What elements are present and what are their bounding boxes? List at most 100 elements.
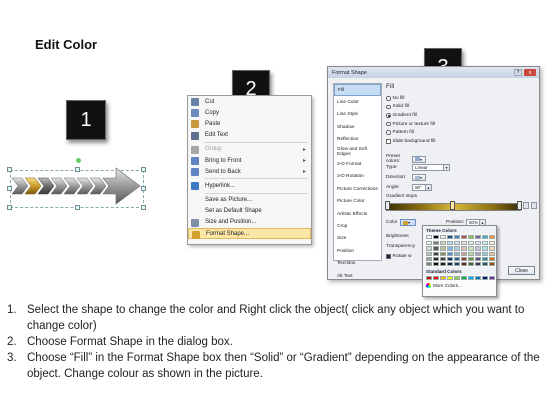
gradient-stop-selected[interactable] — [450, 201, 455, 210]
color-swatch[interactable] — [454, 261, 460, 267]
fill-option-no-fill[interactable]: No fill — [386, 94, 536, 103]
radio-button[interactable] — [386, 130, 391, 135]
color-swatch[interactable] — [475, 256, 481, 261]
color-swatch[interactable] — [454, 276, 460, 281]
nav-item-fill[interactable]: Fill — [334, 84, 381, 97]
color-swatch[interactable] — [426, 251, 432, 256]
close-icon[interactable]: x — [524, 69, 536, 76]
angle-input[interactable]: 90° — [412, 184, 426, 191]
nav-item-glow-and-soft-edges[interactable]: Glow and Soft Edges — [334, 146, 381, 158]
color-swatch[interactable] — [461, 235, 467, 240]
color-swatch[interactable] — [426, 276, 432, 281]
color-swatch[interactable] — [454, 235, 460, 240]
nav-item-line-color[interactable]: Line Color — [334, 96, 381, 108]
radio-button[interactable] — [386, 113, 391, 118]
menu-item-format-shape[interactable]: Format Shape... — [188, 228, 311, 240]
color-swatch[interactable] — [454, 241, 460, 246]
nav-item-reflection[interactable]: Reflection — [334, 134, 381, 146]
menu-item-paste[interactable]: Paste — [188, 118, 311, 129]
radio-button[interactable] — [386, 104, 391, 110]
color-swatch[interactable] — [489, 276, 495, 281]
color-swatch[interactable] — [433, 241, 439, 246]
nav-item-crop[interactable]: Crop — [334, 220, 381, 232]
fill-option-picture-or-texture-fill[interactable]: Picture or texture fill — [386, 120, 536, 129]
color-swatch[interactable] — [447, 261, 453, 267]
more-colors-item[interactable]: More Colors... — [423, 281, 496, 290]
nav-item-text-box[interactable]: Text Box — [334, 257, 381, 269]
menu-item-size-and-position[interactable]: Size and Position... — [188, 217, 311, 228]
color-swatch[interactable] — [468, 276, 474, 281]
menu-item-bring-to-front[interactable]: Bring to Front ▸ — [188, 155, 311, 166]
nav-item-line-style[interactable]: Line Style — [334, 109, 381, 121]
close-button[interactable]: Close — [508, 266, 535, 275]
color-swatch[interactable] — [440, 261, 446, 267]
color-swatch[interactable] — [489, 241, 495, 246]
menu-item-save-as-picture[interactable]: Save as Picture... — [188, 195, 311, 206]
color-swatch[interactable] — [468, 261, 474, 267]
gradient-stop[interactable] — [517, 201, 522, 210]
color-swatch[interactable] — [447, 251, 453, 256]
color-swatch[interactable] — [461, 276, 467, 281]
nav-item-position[interactable]: Position — [334, 245, 381, 257]
nav-item-alt-text[interactable]: Alt Text — [334, 270, 381, 282]
nav-item-shadow[interactable]: Shadow — [334, 121, 381, 133]
type-select[interactable]: Linear — [412, 164, 444, 171]
color-swatch[interactable] — [426, 235, 432, 240]
color-swatch[interactable] — [426, 246, 432, 251]
color-swatch[interactable] — [489, 251, 495, 256]
fill-option-pattern-fill[interactable]: Pattern fill — [386, 128, 536, 137]
color-swatch[interactable] — [440, 241, 446, 246]
color-swatch[interactable] — [489, 261, 495, 267]
color-swatch[interactable] — [461, 246, 467, 251]
color-swatch[interactable] — [433, 276, 439, 281]
color-swatch[interactable] — [440, 256, 446, 261]
color-swatch[interactable] — [433, 256, 439, 261]
nav-item-picture-color[interactable]: Picture Color — [334, 196, 381, 208]
checkbox[interactable] — [386, 139, 391, 144]
color-swatch[interactable] — [482, 246, 488, 251]
color-swatch[interactable] — [482, 261, 488, 267]
direction-button[interactable]: ▾ — [412, 174, 426, 181]
nav-item-picture-corrections[interactable]: Picture Corrections — [334, 183, 381, 195]
color-swatch[interactable] — [468, 241, 474, 246]
color-swatch[interactable] — [468, 256, 474, 261]
color-swatch[interactable] — [482, 276, 488, 281]
color-swatch[interactable] — [454, 246, 460, 251]
color-swatch[interactable] — [440, 235, 446, 240]
spin-icon[interactable]: ▴ — [426, 184, 432, 191]
color-picker-button[interactable]: ▾ — [400, 219, 416, 226]
fill-option-gradient-fill[interactable]: Gradient fill — [386, 111, 536, 120]
color-swatch[interactable] — [447, 276, 453, 281]
color-swatch[interactable] — [447, 256, 453, 261]
gradient-stop[interactable] — [385, 201, 390, 210]
color-swatch[interactable] — [461, 251, 467, 256]
nav-item-3-d-format[interactable]: 3-D Format — [334, 158, 381, 170]
remove-stop-icon[interactable] — [531, 202, 537, 209]
color-swatch[interactable] — [433, 251, 439, 256]
menu-item-set-as-default-shape[interactable]: Set as Default Shape — [188, 206, 311, 217]
color-swatch[interactable] — [475, 261, 481, 267]
color-swatch[interactable] — [426, 261, 432, 267]
color-swatch[interactable] — [447, 246, 453, 251]
color-swatch[interactable] — [440, 276, 446, 281]
color-swatch[interactable] — [461, 261, 467, 267]
color-swatch[interactable] — [426, 256, 432, 261]
radio-button[interactable] — [386, 96, 391, 101]
color-swatch[interactable] — [482, 241, 488, 246]
nav-item-3-d-rotation[interactable]: 3-D Rotation — [334, 171, 381, 183]
color-swatch[interactable] — [447, 241, 453, 246]
preset-colors-button[interactable]: ▾ — [412, 155, 426, 163]
color-swatch[interactable] — [489, 246, 495, 251]
nav-item-artistic-effects[interactable]: Artistic Effects — [334, 208, 381, 220]
fill-option-solid-fill[interactable]: Solid fill — [386, 103, 536, 112]
add-stop-icon[interactable] — [523, 202, 529, 209]
color-swatch[interactable] — [461, 256, 467, 261]
color-swatch[interactable] — [468, 251, 474, 256]
chevron-down-icon[interactable]: ▾ — [444, 164, 450, 171]
color-swatch[interactable] — [433, 246, 439, 251]
rotate-checkbox[interactable] — [386, 254, 391, 259]
color-swatch[interactable] — [426, 241, 432, 246]
menu-item-copy[interactable]: Copy — [188, 107, 311, 118]
color-swatch[interactable] — [440, 246, 446, 251]
color-swatch[interactable] — [447, 235, 453, 240]
